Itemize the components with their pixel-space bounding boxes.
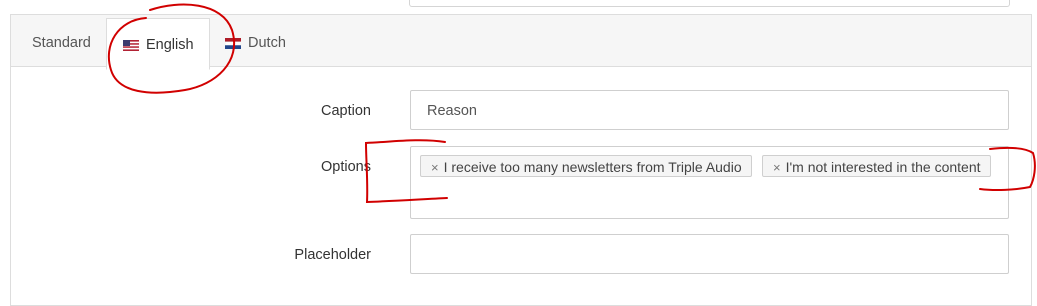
tab-dutch[interactable]: Dutch [221,15,290,66]
placeholder-input[interactable] [410,234,1009,274]
option-tag: × I receive too many newsletters from Tri… [420,155,752,177]
previous-field-input[interactable] [409,0,1010,7]
tab-standard[interactable]: Standard [28,15,95,66]
remove-tag-icon[interactable]: × [773,160,781,175]
language-tabs-panel: Standard English Dutch Caption Reason Op… [10,14,1032,306]
remove-tag-icon[interactable]: × [431,160,439,175]
caption-input[interactable]: Reason [410,90,1009,130]
option-tag: × I'm not interested in the content [762,155,991,177]
tab-bar: Standard English Dutch [11,15,1031,70]
caption-label: Caption [321,103,371,119]
tab-label: Dutch [248,35,286,51]
option-tag-label: I'm not interested in the content [785,159,981,175]
options-label: Options [321,159,371,175]
tab-label: Standard [32,35,91,51]
tab-label: English [146,37,194,53]
tab-english[interactable]: English [106,18,210,70]
option-tag-label: I receive too many newsletters from Trip… [443,159,742,175]
options-tag-input[interactable]: × I receive too many newsletters from Tri… [410,146,1009,219]
caption-value: Reason [427,103,477,119]
nl-flag-icon [225,37,241,49]
placeholder-label: Placeholder [294,247,371,263]
us-flag-icon [123,39,139,51]
